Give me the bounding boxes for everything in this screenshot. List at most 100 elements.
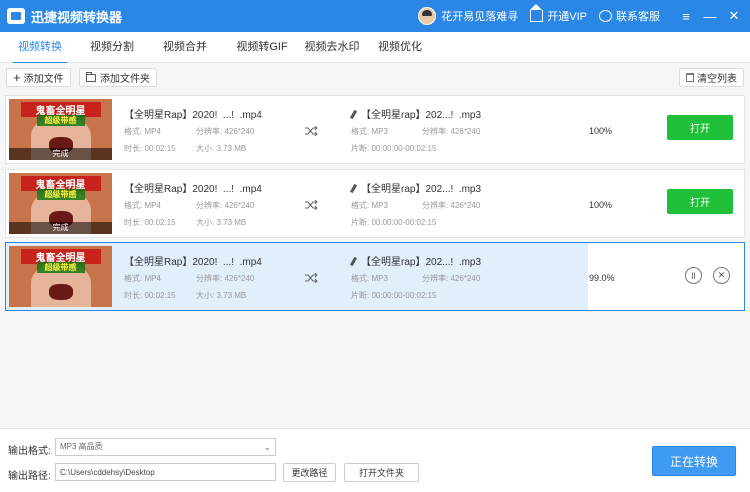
thumbnail-status: 完成	[9, 222, 112, 234]
tab-video-optimize[interactable]: 视频优化	[368, 32, 432, 63]
thumbnail-subtitle: 超级带感	[36, 189, 85, 200]
edit-icon[interactable]	[349, 183, 358, 194]
convert-button[interactable]: 正在转换	[652, 446, 736, 476]
toolbar: + 添加文件 添加文件夹 清空列表	[0, 63, 750, 92]
resolution-label: 分辨率:	[422, 201, 449, 210]
source-format: MP4	[144, 127, 161, 136]
add-file-button[interactable]: + 添加文件	[6, 68, 71, 87]
title-bar-right: 花开易见落难寻 开通VIP 联系客服 ≡ — ✕	[418, 0, 750, 32]
app-logo-icon	[7, 8, 25, 24]
clear-list-label: 清空列表	[697, 74, 737, 85]
open-button[interactable]: 打开	[667, 115, 733, 140]
resolution-label: 分辨率:	[196, 127, 223, 136]
video-thumbnail: 鬼畜全明星 超级带感	[9, 246, 112, 307]
source-format: MP4	[144, 274, 161, 283]
format-label: 格式:	[124, 201, 143, 210]
tab-video-split[interactable]: 视频分割	[80, 32, 144, 63]
vip-label: 开通VIP	[547, 11, 587, 23]
folder-icon	[86, 71, 96, 82]
size-label: 大小:	[196, 291, 215, 300]
format-label: 格式:	[351, 127, 370, 136]
edit-icon[interactable]	[349, 109, 358, 120]
source-size: 3.73 MB	[216, 144, 247, 153]
thumbnail-subtitle: 超级带感	[36, 115, 85, 126]
source-format: MP4	[144, 201, 161, 210]
output-path-label: 输出路径:	[8, 471, 51, 482]
format-label: 格式:	[351, 274, 370, 283]
progress-percent: 100%	[589, 200, 613, 210]
source-duration: 00:02:15	[144, 144, 176, 153]
duration-label: 时长:	[124, 144, 143, 153]
segment-label: 片断:	[351, 144, 370, 153]
output-settings: 输出格式: MP3 高品质 ⌄ 输出路径: 更改路径 打开文件夹 正在转换	[0, 428, 750, 492]
shuffle-icon	[305, 126, 318, 136]
segment-label: 片断:	[351, 291, 370, 300]
thumbnail-mouth	[49, 284, 73, 300]
output-resolution: 426*240	[450, 201, 481, 210]
service-button[interactable]: 联系客服	[599, 8, 660, 24]
thumbnail-subtitle: 超级带感	[36, 262, 85, 273]
open-folder-button[interactable]: 打开文件夹	[344, 463, 419, 482]
file-row[interactable]: 鬼畜全明星 超级带感 【全明星Rap】2020! ...! .mp4 格式: M…	[5, 242, 745, 311]
open-button[interactable]: 打开	[667, 189, 733, 214]
source-size: 3.73 MB	[216, 218, 247, 227]
vip-button[interactable]: 开通VIP	[530, 4, 587, 24]
output-path-input[interactable]	[55, 463, 276, 481]
format-label: 格式:	[124, 274, 143, 283]
source-resolution: 426*240	[224, 274, 255, 283]
plus-icon: +	[13, 70, 21, 85]
source-resolution: 426*240	[224, 127, 255, 136]
size-label: 大小:	[196, 144, 215, 153]
resolution-label: 分辨率:	[196, 201, 223, 210]
source-size: 3.73 MB	[216, 291, 247, 300]
video-thumbnail: 鬼畜全明星 超级带感 完成	[9, 173, 112, 234]
tab-video-merge[interactable]: 视频合并	[150, 32, 220, 63]
avatar	[418, 7, 437, 25]
menu-icon[interactable]: ≡	[674, 0, 698, 32]
output-format: MP3	[371, 274, 388, 283]
source-filename: 【全明星Rap】2020! ...! .mp4	[124, 110, 262, 121]
trash-icon	[686, 73, 694, 82]
close-icon[interactable]: ✕	[722, 0, 746, 32]
edit-icon[interactable]	[349, 256, 358, 267]
user-account[interactable]: 花开易见落难寻	[418, 7, 518, 25]
add-folder-label: 添加文件夹	[100, 74, 150, 85]
output-format-label: 输出格式:	[8, 446, 51, 457]
close-icon: ✕	[717, 270, 726, 280]
tab-video-gif[interactable]: 视频转GIF	[222, 32, 302, 63]
cancel-button[interactable]: ✕	[713, 267, 730, 284]
minimize-icon[interactable]: —	[698, 0, 722, 32]
tab-bar: 视频转换 视频分割 视频合并 视频转GIF 视频去水印 视频优化	[0, 32, 750, 64]
service-label: 联系客服	[616, 11, 660, 23]
file-row[interactable]: 鬼畜全明星 超级带感 完成 【全明星Rap】2020! ...! .mp4 格式…	[5, 95, 745, 164]
output-filename: 【全明星rap】202...! .mp3	[361, 257, 482, 268]
source-filename: 【全明星Rap】2020! ...! .mp4	[124, 257, 262, 268]
output-format-select[interactable]: MP3 高品质 ⌄	[55, 438, 276, 456]
output-format: MP3	[371, 127, 388, 136]
resolution-label: 分辨率:	[422, 127, 449, 136]
thumbnail-status: 完成	[9, 148, 112, 160]
username: 花开易见落难寻	[441, 11, 519, 23]
pause-button[interactable]: ll	[685, 267, 702, 284]
chat-icon	[599, 10, 612, 22]
shuffle-icon	[305, 273, 318, 283]
size-label: 大小:	[196, 218, 215, 227]
chevron-down-icon: ⌄	[263, 442, 271, 452]
add-folder-button[interactable]: 添加文件夹	[79, 68, 157, 87]
tab-video-watermark[interactable]: 视频去水印	[298, 32, 366, 63]
tab-video-convert[interactable]: 视频转换	[0, 32, 80, 64]
source-resolution: 426*240	[224, 201, 255, 210]
title-bar: 迅捷视频转换器 花开易见落难寻 开通VIP 联系客服 ≡ — ✕	[0, 0, 750, 32]
file-row[interactable]: 鬼畜全明星 超级带感 完成 【全明星Rap】2020! ...! .mp4 格式…	[5, 169, 745, 238]
output-filename: 【全明星rap】202...! .mp3	[361, 184, 482, 195]
duration-label: 时长:	[124, 218, 143, 227]
clear-list-button[interactable]: 清空列表	[679, 68, 744, 87]
progress-percent: 99.0%	[589, 273, 615, 283]
app-title: 迅捷视频转换器	[31, 9, 123, 25]
crown-icon	[530, 4, 544, 22]
add-file-label: 添加文件	[23, 74, 64, 85]
shuffle-icon	[305, 200, 318, 210]
output-segment: 00:00:00-00:02:15	[371, 144, 437, 153]
change-path-button[interactable]: 更改路径	[283, 463, 336, 482]
format-label: 格式:	[124, 127, 143, 136]
